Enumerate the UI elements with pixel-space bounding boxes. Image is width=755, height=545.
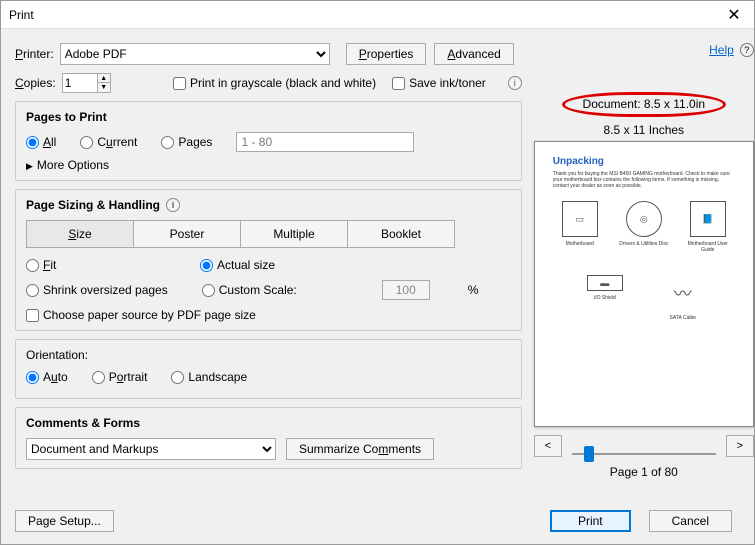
thumb-icon: ◎ bbox=[626, 201, 662, 237]
comments-select[interactable]: Document and Markups bbox=[26, 438, 276, 460]
thumb-icon: ▬ bbox=[587, 275, 623, 291]
auto-radio[interactable]: Auto bbox=[26, 370, 68, 384]
help-link[interactable]: Help bbox=[709, 43, 734, 57]
properties-button[interactable]: Properties bbox=[346, 43, 427, 65]
shrink-radio[interactable]: Shrink oversized pages bbox=[26, 283, 168, 297]
fit-radio[interactable]: Fit bbox=[26, 258, 166, 272]
info-icon[interactable]: i bbox=[508, 76, 522, 90]
thumb-icon: 〰 bbox=[665, 275, 701, 311]
slider-thumb-icon[interactable] bbox=[584, 446, 594, 462]
tab-poster[interactable]: Poster bbox=[133, 220, 241, 248]
spin-down-icon[interactable]: ▼ bbox=[98, 83, 110, 92]
advanced-button[interactable]: Advanced bbox=[434, 43, 513, 65]
copies-stepper[interactable]: ▲▼ bbox=[62, 73, 111, 93]
pages-title: Pages to Print bbox=[26, 110, 511, 124]
thumb-icon: ▭ bbox=[562, 201, 598, 237]
pages-all-radio[interactable]: All bbox=[26, 135, 56, 149]
tab-size[interactable]: Size bbox=[26, 220, 134, 248]
close-icon[interactable]: ✕ bbox=[714, 1, 754, 28]
document-size-label: Document: 8.5 x 11.0in bbox=[534, 97, 754, 111]
pages-range-input[interactable] bbox=[236, 132, 414, 152]
tab-multiple[interactable]: Multiple bbox=[240, 220, 348, 248]
preview-text: Thank you for buying the MSI B450 GAMING… bbox=[553, 171, 735, 189]
more-options-toggle[interactable]: More Options bbox=[26, 158, 511, 172]
actual-size-radio[interactable]: Actual size bbox=[200, 258, 340, 272]
page-setup-button[interactable]: Page Setup... bbox=[15, 510, 114, 532]
titlebar: Print ✕ bbox=[1, 1, 754, 29]
tab-booklet[interactable]: Booklet bbox=[347, 220, 455, 248]
cancel-button[interactable]: Cancel bbox=[649, 510, 732, 532]
next-page-button[interactable]: > bbox=[726, 435, 754, 457]
pages-current-radio[interactable]: Current bbox=[80, 135, 137, 149]
custom-scale-radio[interactable]: Custom Scale: bbox=[202, 283, 342, 297]
orientation-title: Orientation: bbox=[26, 348, 511, 362]
portrait-radio[interactable]: Portrait bbox=[92, 370, 148, 384]
print-preview: Unpacking Thank you for buying the MSI B… bbox=[534, 141, 754, 427]
saveink-checkbox[interactable]: Save ink/toner bbox=[392, 76, 486, 90]
custom-scale-input[interactable] bbox=[382, 280, 430, 300]
copies-input[interactable] bbox=[62, 73, 98, 93]
choose-paper-checkbox[interactable]: Choose paper source by PDF page size bbox=[26, 308, 495, 322]
thumb-icon: 📘 bbox=[690, 201, 726, 237]
copies-label: Copies: bbox=[15, 76, 56, 90]
orientation-section: Orientation: Auto Portrait Landscape bbox=[15, 339, 522, 399]
grayscale-checkbox[interactable]: Print in grayscale (black and white) bbox=[173, 76, 376, 90]
handling-title: Page Sizing & Handling bbox=[26, 198, 160, 212]
page-counter: Page 1 of 80 bbox=[534, 465, 754, 479]
landscape-radio[interactable]: Landscape bbox=[171, 370, 247, 384]
handling-section: Page Sizing & Handling i Size Poster Mult… bbox=[15, 189, 522, 331]
info-icon[interactable]: i bbox=[166, 198, 180, 212]
pages-section: Pages to Print All Current Pages More Op… bbox=[15, 101, 522, 181]
prev-page-button[interactable]: < bbox=[534, 435, 562, 457]
window-title: Print bbox=[1, 8, 34, 22]
spin-up-icon[interactable]: ▲ bbox=[98, 74, 110, 83]
print-button[interactable]: Print bbox=[550, 510, 631, 532]
printer-label: Printer: bbox=[15, 47, 54, 61]
comments-title: Comments & Forms bbox=[26, 416, 511, 430]
printer-select[interactable]: Adobe PDF bbox=[60, 43, 330, 65]
preview-caption: 8.5 x 11 Inches bbox=[534, 123, 754, 137]
preview-heading: Unpacking bbox=[553, 156, 735, 167]
summarize-button[interactable]: Summarize Comments bbox=[286, 438, 434, 460]
pages-range-radio[interactable]: Pages bbox=[161, 135, 212, 149]
help-icon[interactable]: ? bbox=[740, 43, 754, 57]
comments-section: Comments & Forms Document and Markups Su… bbox=[15, 407, 522, 469]
